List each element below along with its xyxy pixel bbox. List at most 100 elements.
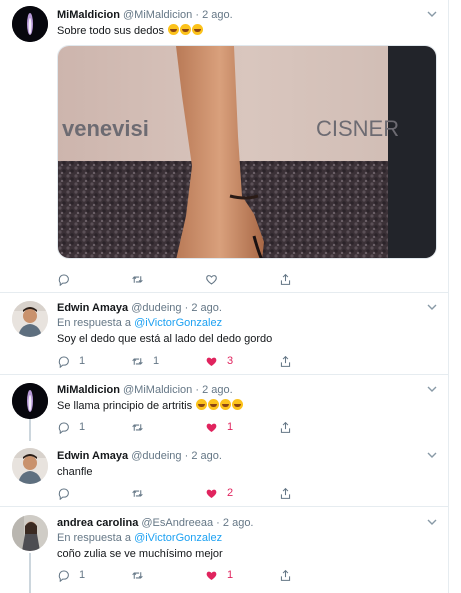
retweet-button[interactable]: 1 (131, 353, 159, 369)
user-handle[interactable]: @EsAndreeaa (141, 517, 213, 529)
rolling-on-floor-laughing-icon (208, 399, 220, 410)
reply-icon (58, 488, 69, 500)
reply-icon (58, 356, 69, 368)
separator-dot: · (184, 450, 189, 462)
rolling-on-floor-laughing-icon (168, 24, 180, 35)
display-name[interactable]: Edwin Amaya (57, 450, 128, 462)
avatar[interactable] (12, 515, 48, 551)
display-name[interactable]: MiMaldicion (57, 9, 120, 21)
separator-dot: · (216, 517, 220, 529)
reply-button[interactable]: 1 (57, 567, 85, 583)
chevron-down-icon[interactable] (426, 8, 438, 20)
reply-context: En respuesta a @iVictorGonzalez (57, 532, 223, 544)
heart-filled-icon (206, 357, 217, 366)
avatar[interactable] (12, 301, 48, 337)
retweet-button[interactable] (131, 567, 153, 583)
reply-icon (58, 570, 69, 582)
display-name[interactable]: Edwin Amaya (57, 302, 128, 314)
separator-dot: · (195, 384, 199, 396)
share-icon (280, 273, 291, 285)
chevron-down-icon[interactable] (426, 516, 438, 528)
thread-line (29, 419, 31, 441)
chevron-down-icon[interactable] (426, 301, 438, 313)
heart-outline-icon (206, 274, 217, 285)
reply-to-link[interactable]: @iVictorGonzalez (134, 532, 222, 544)
like-button[interactable]: 2 (205, 485, 233, 501)
separator-dot: · (195, 9, 199, 21)
tweet[interactable]: Edwin Amaya @dudeing · 2 ago. En respues… (0, 293, 448, 373)
user-handle[interactable]: @dudeing (131, 302, 181, 314)
thread-line (29, 553, 31, 593)
chevron-down-icon[interactable] (426, 383, 438, 395)
user-handle[interactable]: @dudeing (131, 450, 181, 462)
tweet-text: coño zulia se ve muchísimo mejor (57, 548, 223, 560)
display-name[interactable]: andrea carolina (57, 517, 138, 529)
retweet-icon (132, 357, 143, 365)
share-button[interactable] (279, 419, 292, 435)
tweet-header: Edwin Amaya @dudeing · 2 ago. (57, 301, 438, 315)
rolling-on-floor-laughing-icon (192, 24, 204, 35)
share-icon (280, 569, 291, 581)
rolling-on-floor-laughing-icon (180, 24, 192, 35)
avatar[interactable] (12, 6, 48, 42)
chevron-down-icon[interactable] (426, 449, 438, 461)
like-button[interactable] (205, 271, 227, 287)
user-handle[interactable]: @MiMaldicion (123, 384, 192, 396)
reply-icon (58, 274, 69, 286)
tweet-header: MiMaldicion @MiMaldicion · 2 ago. (57, 8, 438, 22)
timestamp[interactable]: 2 ago. (191, 450, 222, 462)
timestamp[interactable]: 2 ago. (202, 9, 233, 21)
share-button[interactable] (279, 353, 292, 369)
heart-filled-icon (206, 571, 217, 580)
rolling-on-floor-laughing-icon (220, 399, 232, 410)
retweet-button[interactable] (131, 485, 153, 501)
retweet-button[interactable] (131, 271, 153, 287)
avatar[interactable] (12, 448, 48, 484)
tweet-header: MiMaldicion @MiMaldicion · 2 ago. (57, 383, 438, 397)
retweet-icon (132, 489, 143, 497)
heart-filled-icon (206, 423, 217, 432)
timestamp[interactable]: 2 ago. (191, 302, 222, 314)
avatar[interactable] (12, 383, 48, 419)
tweet[interactable]: MiMaldicion @MiMaldicion · 2 ago. Se lla… (0, 375, 448, 441)
like-button[interactable]: 1 (205, 419, 233, 435)
tweet-text: Sobre todo sus dedos (57, 24, 438, 39)
tweet-text: Se llama principio de artritis (57, 399, 438, 414)
reply-button[interactable] (57, 271, 79, 287)
reply-context: En respuesta a @iVictorGonzalez (57, 317, 223, 329)
tweet[interactable]: andrea carolina @EsAndreeaa · 2 ago. En … (0, 507, 448, 593)
reply-icon (58, 422, 69, 434)
reply-button[interactable] (57, 485, 79, 501)
retweet-button[interactable] (131, 419, 153, 435)
share-icon (280, 487, 291, 499)
page-gutter (448, 0, 461, 593)
reply-button[interactable]: 1 (57, 353, 85, 369)
tweet[interactable]: MiMaldicion @MiMaldicion · 2 ago. Sobre … (0, 0, 448, 290)
reply-to-link[interactable]: @iVictorGonzalez (134, 317, 222, 329)
like-button[interactable]: 1 (205, 567, 233, 583)
display-name[interactable]: MiMaldicion (57, 384, 120, 396)
banner-right-text: CISNER (316, 116, 399, 141)
retweet-icon (132, 275, 143, 283)
retweet-icon (132, 571, 143, 579)
tweet-media[interactable]: venevisi CISNER (57, 45, 437, 259)
tweet[interactable]: Edwin Amaya @dudeing · 2 ago. chanfle 2 (0, 441, 448, 504)
separator-dot: · (184, 302, 189, 314)
like-button[interactable]: 3 (205, 353, 233, 369)
share-icon (280, 355, 291, 367)
share-button[interactable] (279, 485, 292, 501)
tweet-header: andrea carolina @EsAndreeaa · 2 ago. (57, 516, 438, 530)
share-icon (280, 421, 291, 433)
tweet-header: Edwin Amaya @dudeing · 2 ago. (57, 449, 438, 463)
tweet-text: Soy el dedo que está al lado del dedo go… (57, 333, 273, 345)
user-handle[interactable]: @MiMaldicion (123, 9, 192, 21)
heart-filled-icon (206, 489, 217, 498)
share-button[interactable] (279, 271, 292, 287)
timestamp[interactable]: 2 ago. (223, 517, 254, 529)
timestamp[interactable]: 2 ago. (202, 384, 233, 396)
tweet-text: chanfle (57, 466, 93, 478)
share-button[interactable] (279, 567, 292, 583)
rolling-on-floor-laughing-icon (196, 399, 208, 410)
reply-button[interactable]: 1 (57, 419, 85, 435)
retweet-icon (132, 423, 143, 431)
